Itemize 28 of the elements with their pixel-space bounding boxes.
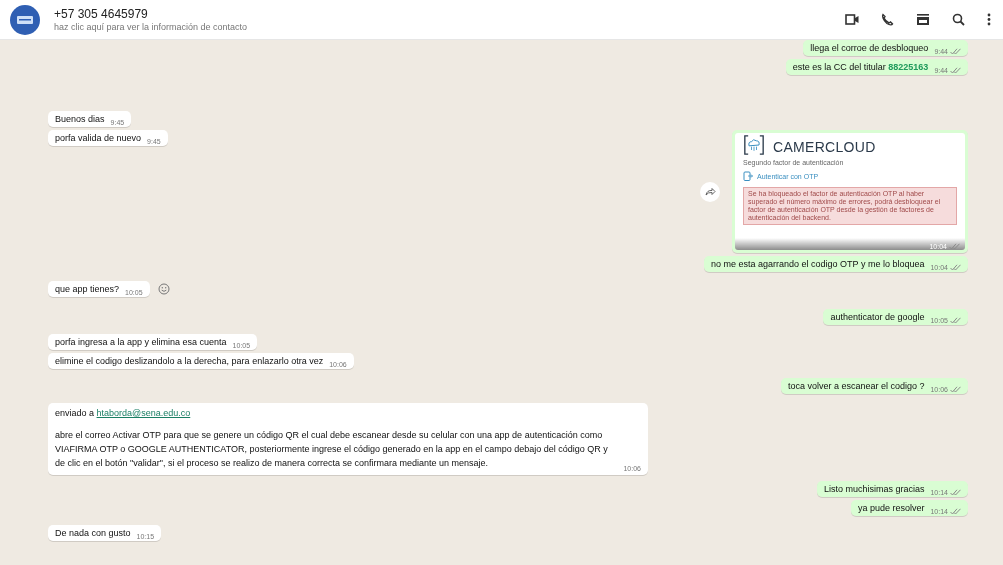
menu-icon[interactable] bbox=[987, 13, 991, 26]
message-text: Listo muchisimas gracias bbox=[823, 484, 925, 494]
message-text: enviado a htaborda@sena.edu.co bbox=[55, 408, 192, 418]
brand-name: CAMERCLOUD bbox=[773, 139, 876, 155]
contact-info-hint[interactable]: haz clic aquí para ver la información de contacto bbox=[54, 22, 845, 32]
contact-avatar[interactable] bbox=[10, 4, 40, 35]
message-text: abre el correo Activar OTP para que se genere un código QR el cual debe escanear desde su celular con una app de autenticación como VIAFIRMA OTP o GOOGLE AUTHENTICATOR, posteriormente ingrese el código generado en la app en el campo debajo del código QR y de clic en el botón "validar", si el proceso se realizo de manera correcta se confirmara mediante un mensaje. bbox=[55, 429, 609, 470]
phone-icon[interactable] bbox=[881, 13, 894, 26]
store-icon[interactable] bbox=[916, 13, 930, 26]
forward-icon bbox=[704, 187, 716, 196]
message-text: llega el corroe de desbloqueo bbox=[810, 43, 929, 53]
contact-name[interactable]: +57 305 4645979 bbox=[54, 7, 845, 21]
message-text: De nada con gusto bbox=[55, 528, 131, 538]
search-icon[interactable] bbox=[952, 13, 965, 26]
message-text: Buenos dias bbox=[55, 114, 105, 124]
message-text: porfa valida de nuevo bbox=[55, 133, 142, 143]
message-text: porfa ingresa a la app y elimina esa cuenta bbox=[55, 337, 227, 347]
email-link[interactable]: htaborda@sena.edu.co bbox=[96, 408, 191, 418]
message-text: ya pude resolver bbox=[857, 503, 925, 513]
message-text: este es la CC del titular 88225163 bbox=[792, 62, 929, 72]
forward-button[interactable] bbox=[700, 181, 720, 202]
emoji-icon[interactable] bbox=[157, 283, 170, 295]
message-text: toca volver a escanear el codigo ? bbox=[787, 381, 925, 391]
message-text: authenticator de google bbox=[830, 312, 925, 322]
message-text: elimine el codigo deslizandolo a la derecha, para enlazarlo otra vez bbox=[55, 356, 324, 366]
message-text: no me esta agarrando el codigo OTP y me lo bloquea bbox=[711, 259, 925, 269]
video-call-icon[interactable] bbox=[845, 14, 859, 25]
message-text: que app tienes? bbox=[55, 284, 120, 294]
